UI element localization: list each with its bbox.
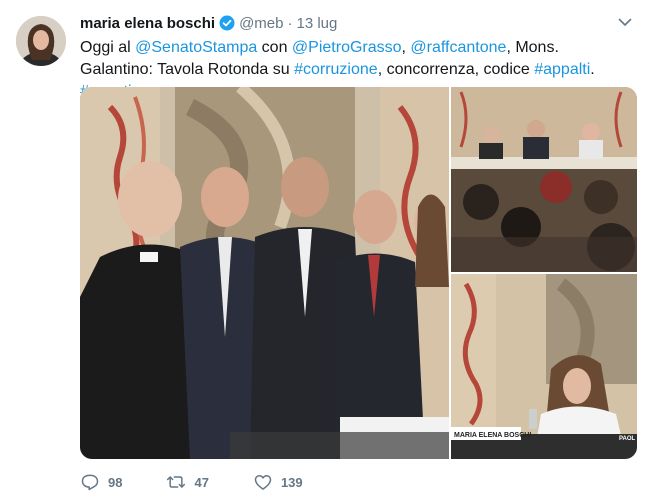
tweet-card[interactable]: maria elena boschi @meb · 13 lug Oggi al…	[0, 0, 649, 503]
avatar-image	[16, 16, 66, 66]
tweet-date[interactable]: 13 lug	[296, 15, 337, 32]
avatar[interactable]	[16, 16, 66, 66]
like-button[interactable]: 139	[253, 472, 303, 492]
hashtag-appalti[interactable]: #appalti	[534, 61, 590, 78]
photo-group-main[interactable]	[80, 87, 449, 459]
tweet-header: maria elena boschi @meb · 13 lug	[80, 13, 337, 33]
like-count: 139	[280, 474, 303, 490]
verified-badge-icon	[219, 15, 235, 31]
reply-icon	[81, 474, 99, 491]
like-icon	[254, 475, 272, 490]
reply-button[interactable]: 98	[80, 472, 122, 492]
photo-panel-audience[interactable]	[451, 87, 637, 272]
photo-panel-speaker[interactable]: MARIA ELENA BOSCHI PAOL	[451, 274, 637, 459]
nameplate-text: MARIA ELENA BOSCHI	[454, 432, 531, 439]
text-segment: Oggi al	[80, 39, 136, 56]
author-name[interactable]: maria elena boschi	[80, 15, 215, 32]
retweet-count: 47	[194, 474, 209, 490]
separator-dot: ·	[287, 14, 293, 32]
mention-pietrograsso[interactable]: @PietroGrasso	[292, 39, 402, 56]
mention-senatostampa[interactable]: @SenatoStampa	[135, 39, 257, 56]
author-handle[interactable]: @meb	[239, 15, 283, 32]
corner-text: PAOL	[619, 436, 636, 442]
chevron-down-icon[interactable]	[617, 14, 633, 30]
mention-raffcantone[interactable]: @raffcantone	[410, 39, 506, 56]
reply-count: 98	[108, 474, 123, 490]
retweet-icon	[167, 476, 186, 488]
media-grid: MARIA ELENA BOSCHI PAOL	[80, 87, 637, 459]
retweet-button[interactable]: 47	[166, 472, 209, 492]
tweet-actions: 98 47 139	[80, 470, 347, 494]
text-segment: .	[590, 61, 595, 78]
hashtag-corruzione[interactable]: #corruzione	[294, 61, 378, 78]
text-segment: con	[257, 39, 292, 56]
text-segment: , concorrenza, codice	[377, 61, 535, 78]
